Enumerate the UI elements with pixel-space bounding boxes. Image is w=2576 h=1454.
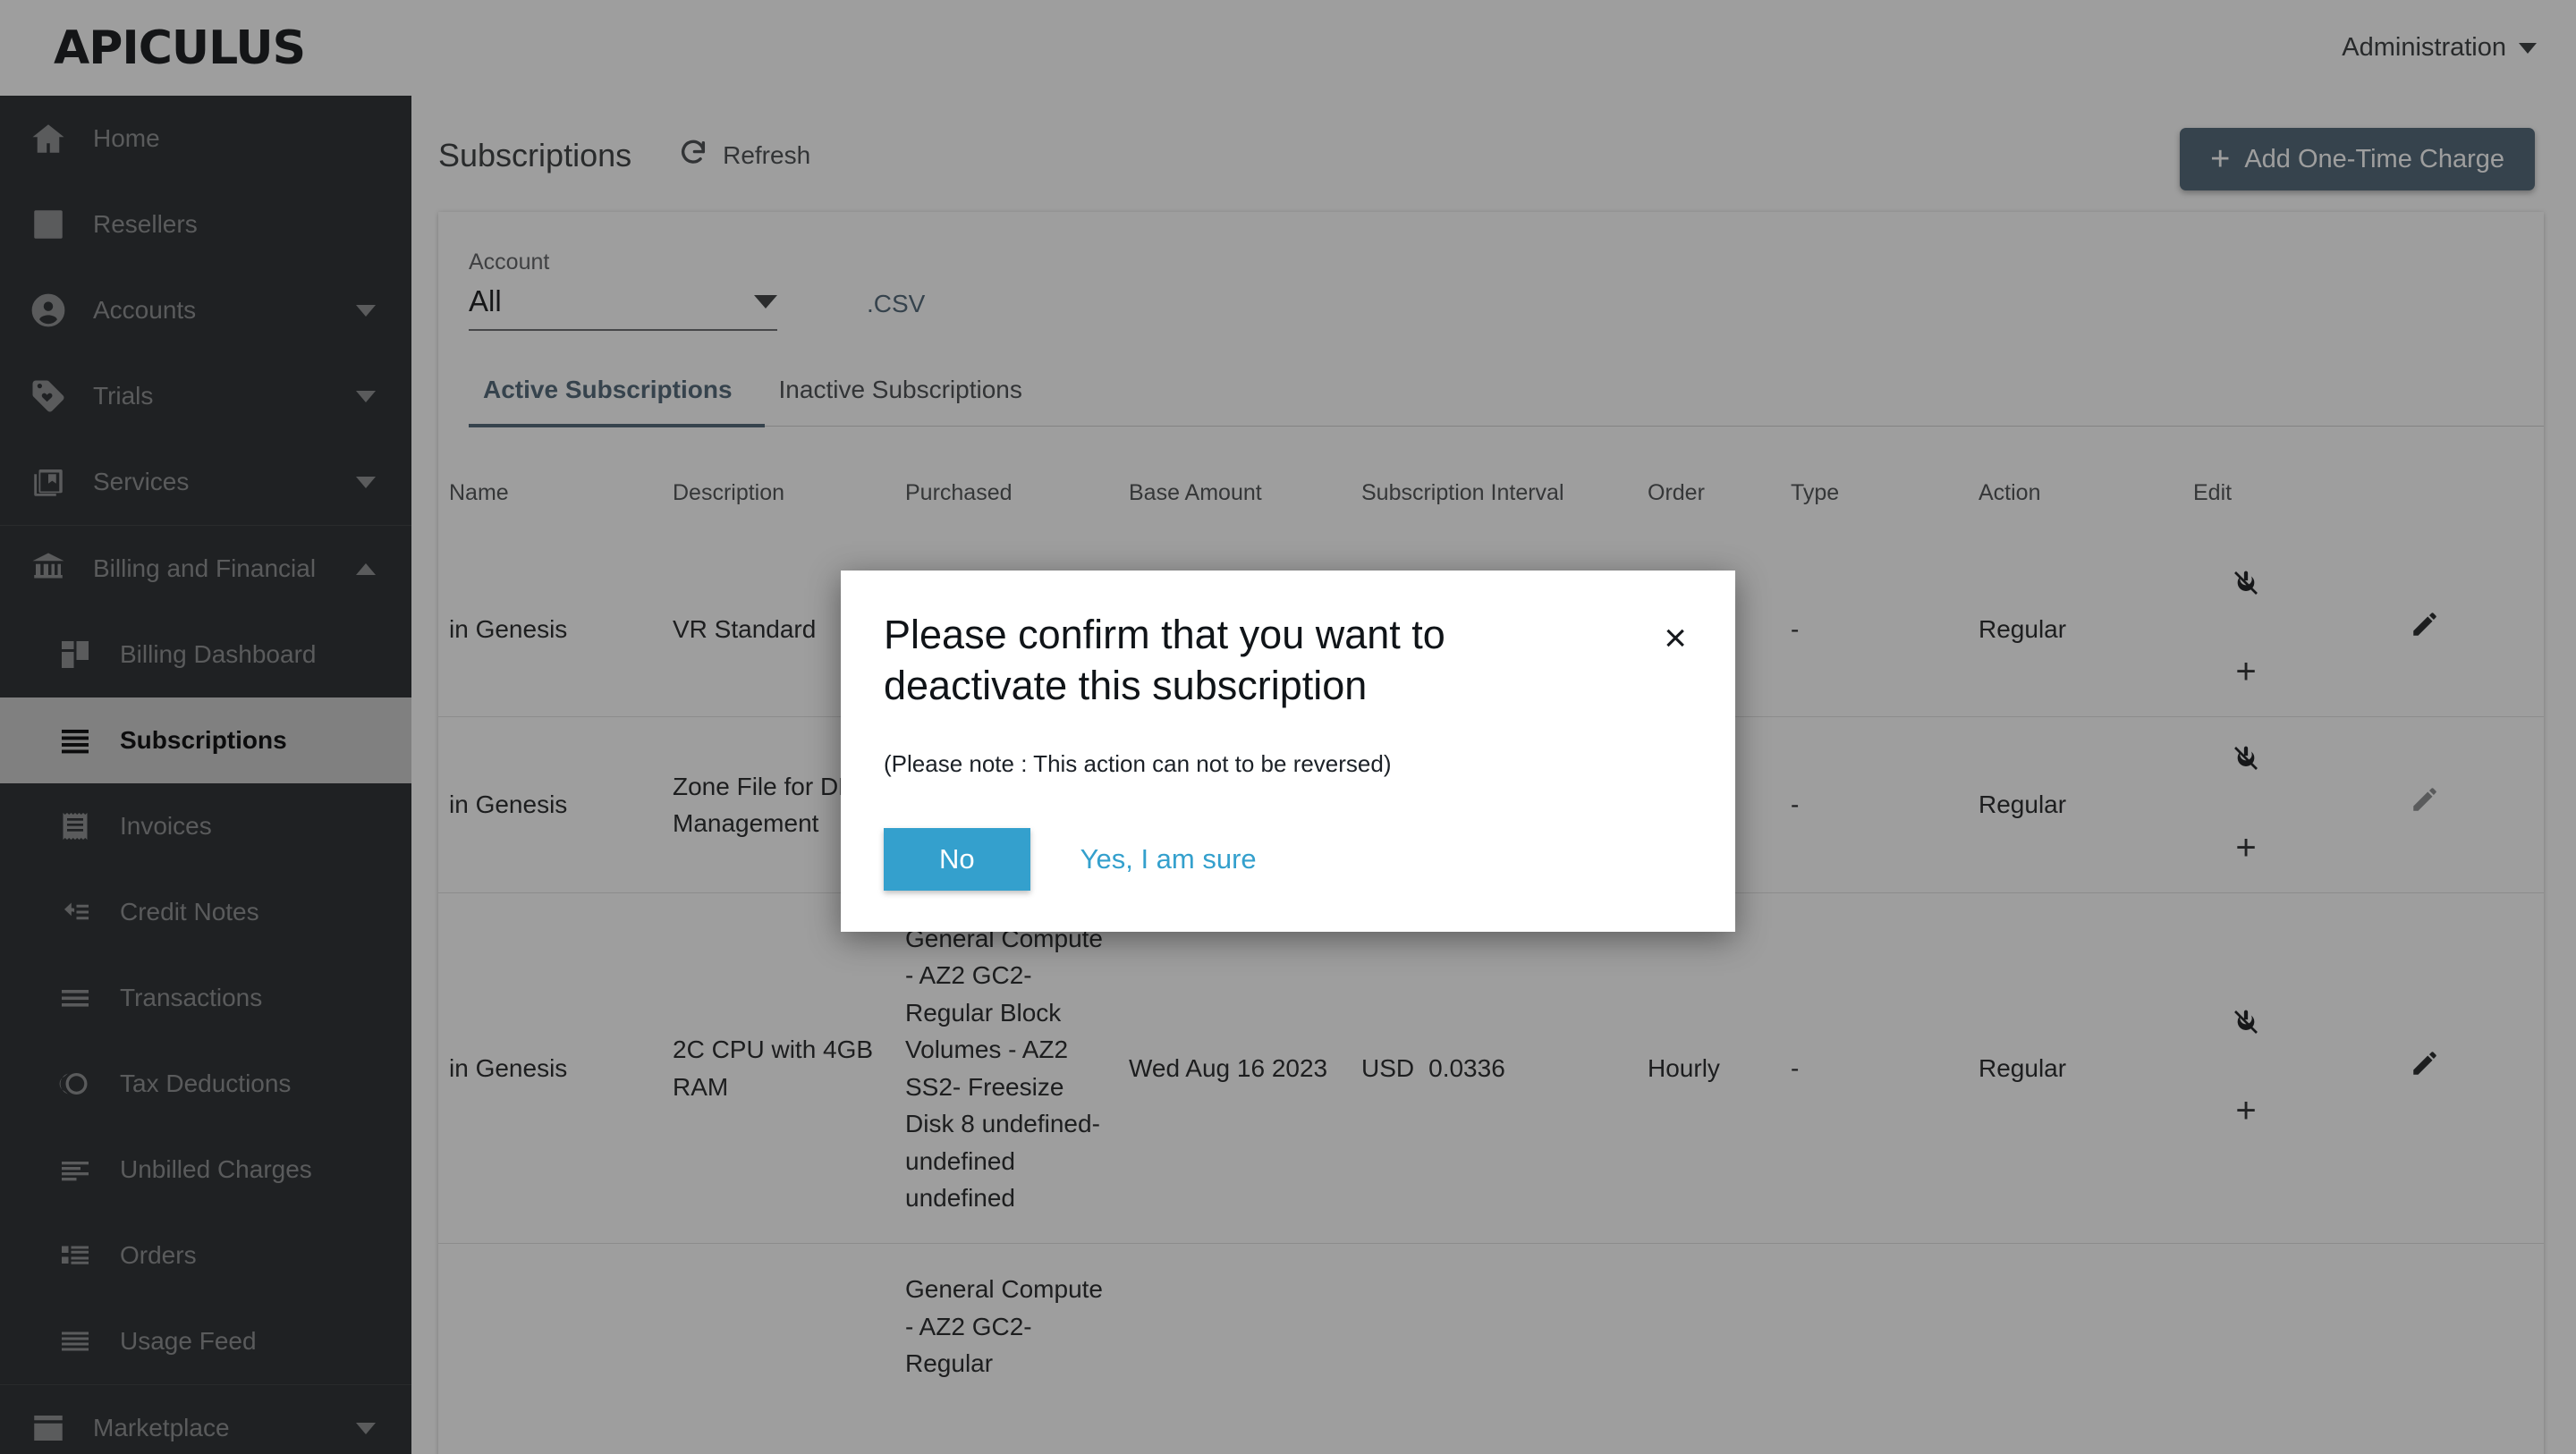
deactivate-confirm-dialog: Please confirm that you want to deactiva…	[841, 571, 1735, 933]
close-icon[interactable]: ×	[1658, 610, 1692, 658]
modal-header: Please confirm that you want to deactiva…	[884, 610, 1692, 711]
modal-title: Please confirm that you want to deactiva…	[884, 612, 1445, 708]
modal-actions: No Yes, I am sure	[884, 828, 1692, 892]
modal-note: (Please note : This action can not to be…	[884, 750, 1392, 778]
modal-layer: Please confirm that you want to deactiva…	[0, 0, 2576, 1454]
no-button[interactable]: No	[884, 828, 1030, 892]
yes-i-am-sure-button[interactable]: Yes, I am sure	[1055, 828, 1282, 891]
